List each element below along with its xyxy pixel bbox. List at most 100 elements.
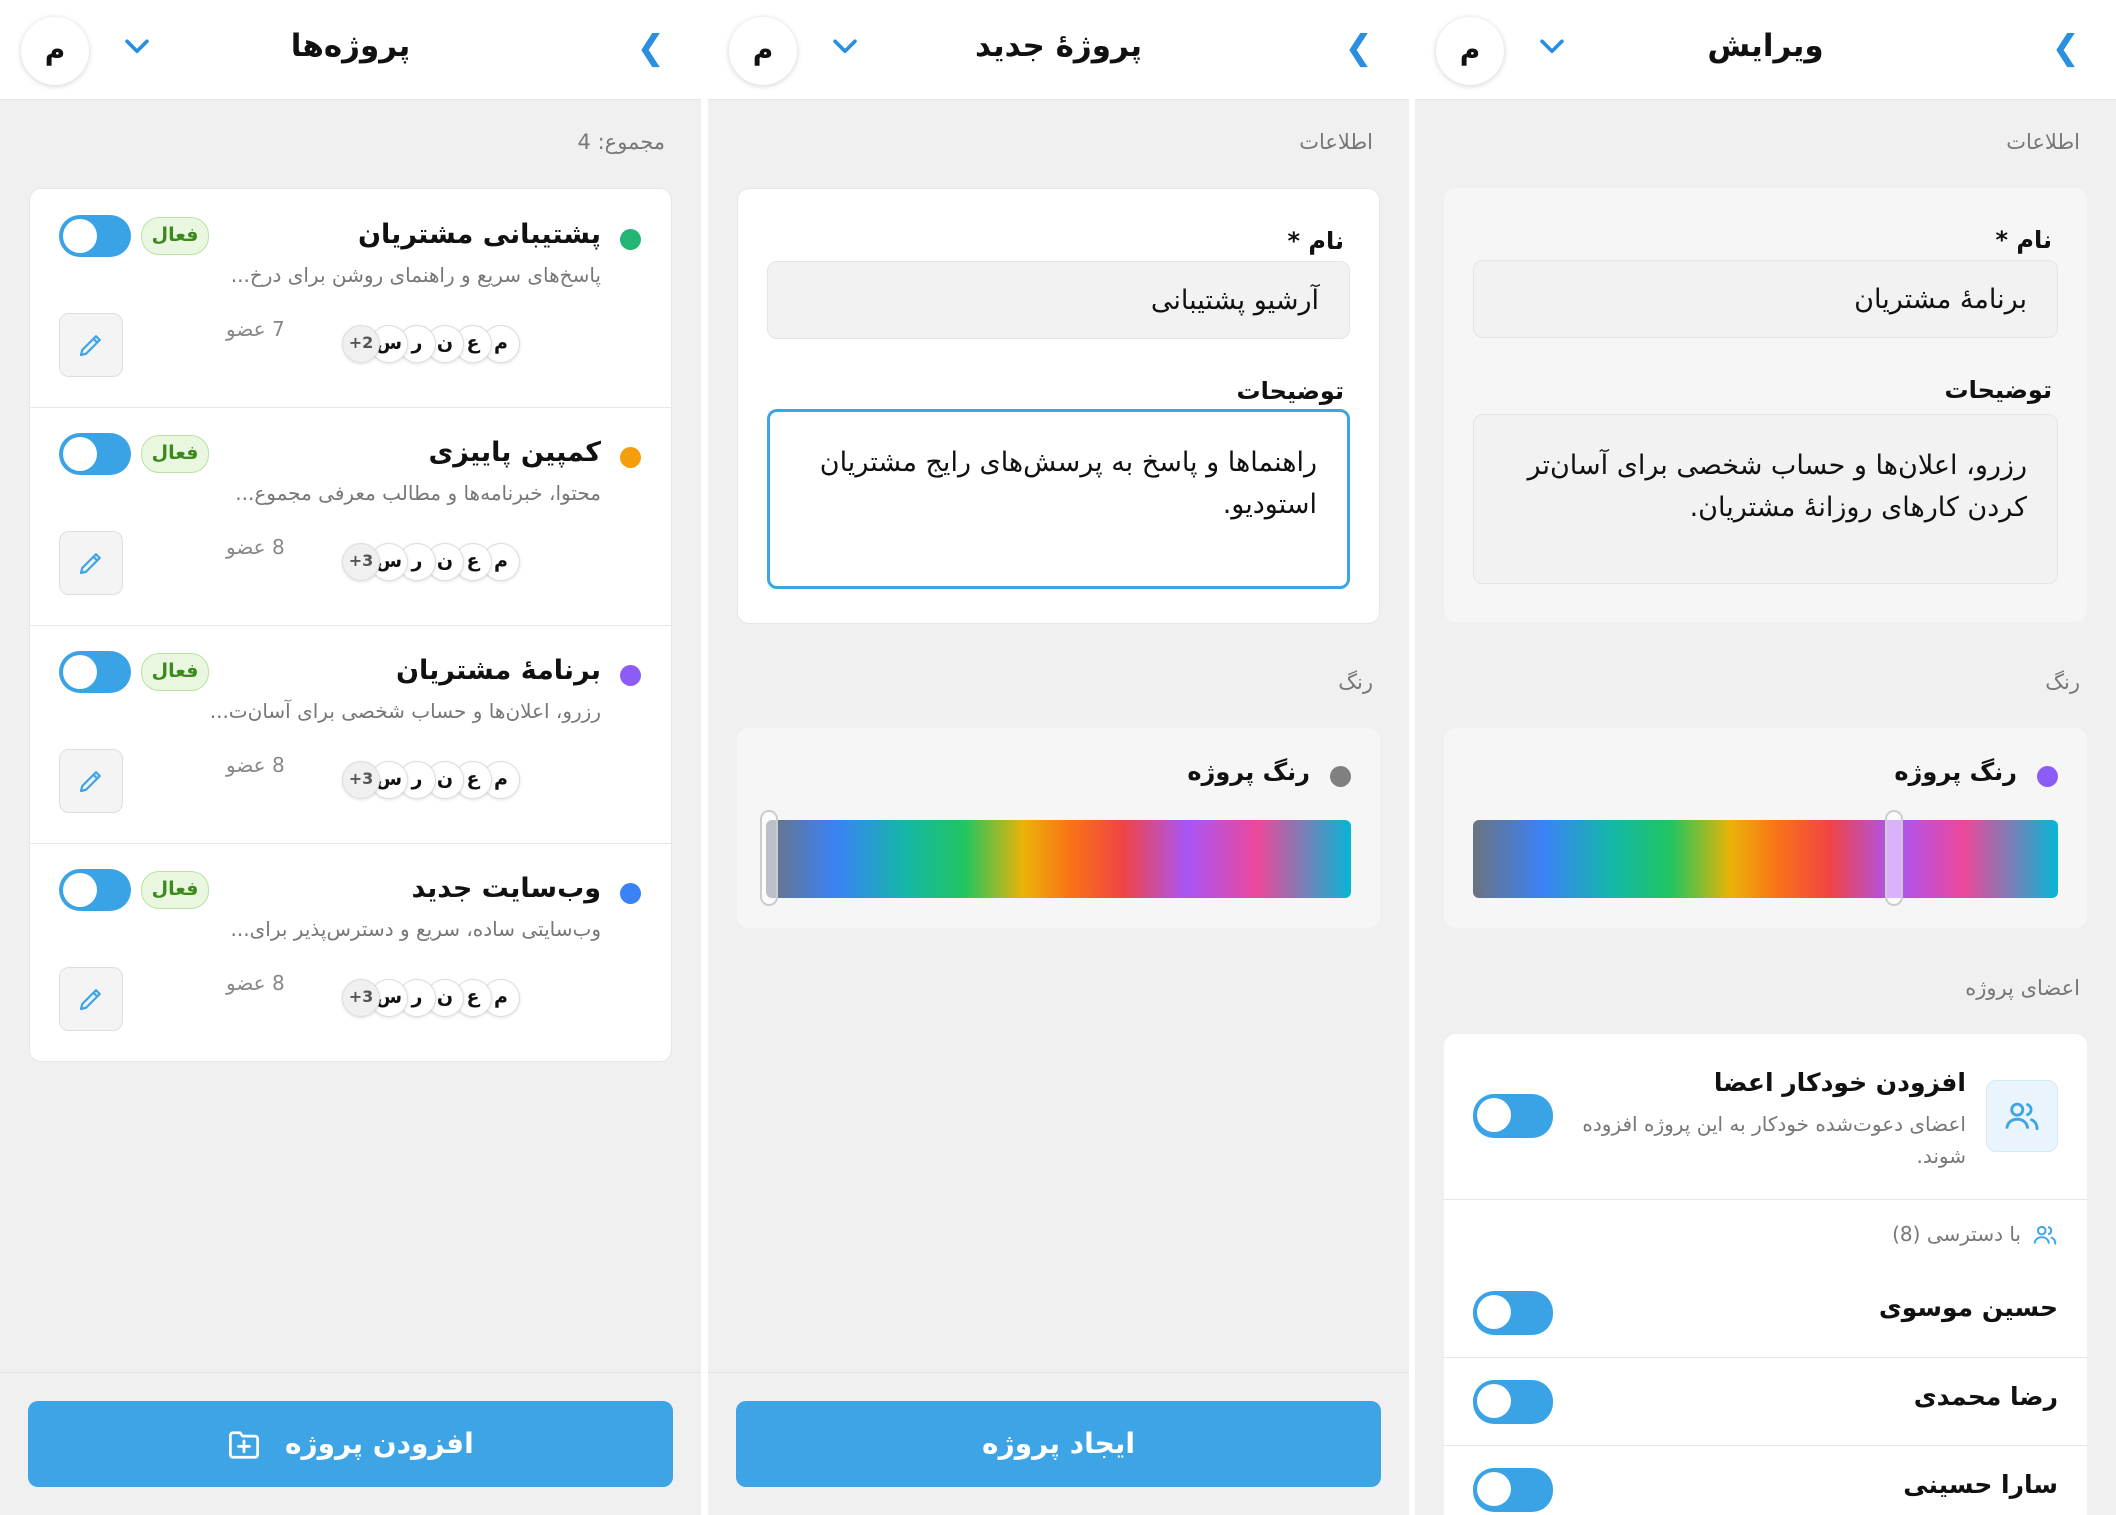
member-access-toggle[interactable] xyxy=(1473,1291,1553,1335)
color-label: رنگ پروژه xyxy=(1894,758,2017,786)
member-access-toggle[interactable] xyxy=(1473,1380,1553,1424)
more-members-badge: 3+ xyxy=(342,979,380,1017)
project-name: وب‌سایت جدید xyxy=(411,873,601,904)
more-members-badge: 3+ xyxy=(342,543,380,581)
project-description: رزرو، اعلان‌ها و حساب شخصی برای آسان‌ت..… xyxy=(209,699,601,723)
selected-color-dot xyxy=(2037,766,2058,787)
member-name: حسین موسوی xyxy=(1878,1293,2058,1322)
edit-project-button[interactable] xyxy=(59,531,123,595)
pencil-icon xyxy=(79,553,101,575)
total-count: مجموع: 4 xyxy=(577,130,665,154)
more-members-badge: 3+ xyxy=(342,761,380,799)
project-active-toggle[interactable] xyxy=(59,215,131,257)
pencil-icon xyxy=(79,989,101,1011)
project-row[interactable]: وب‌سایت جدید وب‌سایتی ساده، سریع و دسترس… xyxy=(30,843,671,1061)
users-icon xyxy=(2005,1102,2039,1131)
member-avatars: م ع ن ر س 3+ xyxy=(330,761,520,799)
users-icon xyxy=(2033,1225,2057,1245)
member-row: حسین موسوی xyxy=(1444,1269,2087,1357)
new-project-header: ❯ پروژهٔ جدید م xyxy=(708,0,1409,100)
info-section-label: اطلاعات xyxy=(2006,130,2080,154)
color-slider-track[interactable] xyxy=(1473,810,2058,906)
project-name: کمپین پاییزی xyxy=(428,437,601,468)
description-label: توضیحات xyxy=(1944,376,2052,404)
avatar[interactable]: م xyxy=(729,17,797,85)
auto-add-toggle[interactable] xyxy=(1473,1094,1553,1138)
member-count: 8 عضو xyxy=(226,971,285,995)
status-badge: فعال xyxy=(141,871,209,909)
project-name: پشتیبانی مشتریان xyxy=(358,219,601,250)
edit-project-button[interactable] xyxy=(59,967,123,1031)
member-count: 7 عضو xyxy=(226,317,285,341)
edit-project-button[interactable] xyxy=(59,749,123,813)
member-name: سارا حسینی xyxy=(1903,1470,2058,1499)
auto-add-title: افزودن خودکار اعضا xyxy=(1713,1068,1966,1097)
member-avatars: م ع ن ر س 2+ xyxy=(330,325,520,363)
avatar[interactable]: م xyxy=(1436,17,1504,85)
project-active-toggle[interactable] xyxy=(59,651,131,693)
name-input[interactable]: برنامهٔ مشتریان xyxy=(1473,260,2058,338)
create-project-button[interactable]: ایجاد پروژه xyxy=(736,1401,1381,1487)
color-slider-thumb[interactable] xyxy=(1885,810,1904,906)
project-active-toggle[interactable] xyxy=(59,869,131,911)
name-label: نام * xyxy=(1287,227,1344,255)
info-card: نام * آرشیو پشتیبانی توضیحات راهنماها و … xyxy=(737,188,1380,624)
member-count: 8 عضو xyxy=(226,535,285,559)
chevron-down-icon[interactable] xyxy=(828,30,862,64)
project-color-dot xyxy=(620,229,641,250)
color-slider-thumb[interactable] xyxy=(760,810,778,906)
chevron-down-icon[interactable] xyxy=(120,30,154,64)
member-row: سارا حسینی xyxy=(1444,1445,2087,1515)
new-project-panel: ❯ پروژهٔ جدید م اطلاعات نام * آرشیو پشتی… xyxy=(708,0,1409,1515)
auto-add-icon-box xyxy=(1986,1080,2058,1152)
description-textarea[interactable]: رزرو، اعلان‌ها و حساب شخصی برای آسان‌تر … xyxy=(1473,414,2058,584)
status-badge: فعال xyxy=(141,653,209,691)
edit-project-button[interactable] xyxy=(59,313,123,377)
member-avatars: م ع ن ر س 3+ xyxy=(330,543,520,581)
project-row[interactable]: کمپین پاییزی محتوا، خبرنامه‌ها و مطالب م… xyxy=(30,407,671,626)
more-members-badge: 2+ xyxy=(342,325,380,363)
pencil-icon xyxy=(79,771,101,793)
auto-add-description: اعضای دعوت‌شده خودکار به این پروژه افزود… xyxy=(1582,1112,1966,1168)
color-section-label: رنگ xyxy=(2045,670,2080,694)
edit-panel: ❯ ویرایش م اطلاعات نام * برنامهٔ مشتریان… xyxy=(1415,0,2116,1515)
access-count-label: با دسترسی (8) xyxy=(1892,1222,2021,1246)
project-color-dot xyxy=(620,883,641,904)
project-description: محتوا، خبرنامه‌ها و مطالب معرفی مجموع... xyxy=(235,481,601,505)
member-access-toggle[interactable] xyxy=(1473,1468,1553,1512)
page-title: ویرایش xyxy=(1707,28,1824,64)
color-label: رنگ پروژه xyxy=(1187,758,1310,786)
chevron-down-icon[interactable] xyxy=(1535,30,1569,64)
add-project-button[interactable]: افزودن پروژه xyxy=(28,1401,673,1487)
create-project-label: ایجاد پروژه xyxy=(982,1427,1135,1460)
member-name: رضا محمدی xyxy=(1913,1382,2058,1411)
projects-header: ❯ پروژه‌ها م xyxy=(0,0,701,100)
page-title: پروژهٔ جدید xyxy=(975,28,1142,64)
color-card: رنگ پروژه xyxy=(1444,728,2087,928)
project-color-dot xyxy=(620,447,641,468)
color-slider-track[interactable] xyxy=(760,810,1351,906)
name-input[interactable]: آرشیو پشتیبانی xyxy=(767,261,1350,339)
info-section-label: اطلاعات xyxy=(1299,130,1373,154)
avatar[interactable]: م xyxy=(21,17,89,85)
project-color-dot xyxy=(620,665,641,686)
projects-panel: ❯ پروژه‌ها م مجموع: 4 پشتیبانی مشتریان پ… xyxy=(0,0,701,1515)
folder-plus-icon xyxy=(229,1431,260,1459)
edit-header: ❯ ویرایش م xyxy=(1415,0,2116,100)
name-label: نام * xyxy=(1995,226,2052,254)
page-title: پروژه‌ها xyxy=(290,28,411,64)
pencil-icon xyxy=(79,335,101,357)
project-description: پاسخ‌های سریع و راهنمای روشن برای درخ... xyxy=(230,263,601,287)
add-project-label: افزودن پروژه xyxy=(284,1427,474,1460)
description-textarea[interactable]: راهنماها و پاسخ به پرسش‌های رایج مشتریان… xyxy=(767,409,1350,589)
members-card: افزودن خودکار اعضا اعضای دعوت‌شده خودکار… xyxy=(1444,1034,2087,1515)
project-list: پشتیبانی مشتریان پاسخ‌های سریع و راهنمای… xyxy=(29,188,672,1062)
color-section-label: رنگ xyxy=(1338,670,1373,694)
project-row[interactable]: برنامهٔ مشتریان رزرو، اعلان‌ها و حساب شخ… xyxy=(30,625,671,844)
project-active-toggle[interactable] xyxy=(59,433,131,475)
project-description: وب‌سایتی ساده، سریع و دسترس‌پذیر برای... xyxy=(230,917,601,941)
members-section-label: اعضای پروژه xyxy=(1965,976,2080,1000)
project-name: برنامهٔ مشتریان xyxy=(395,655,601,686)
member-avatars: م ع ن ر س 3+ xyxy=(330,979,520,1017)
project-row[interactable]: پشتیبانی مشتریان پاسخ‌های سریع و راهنمای… xyxy=(30,189,671,408)
